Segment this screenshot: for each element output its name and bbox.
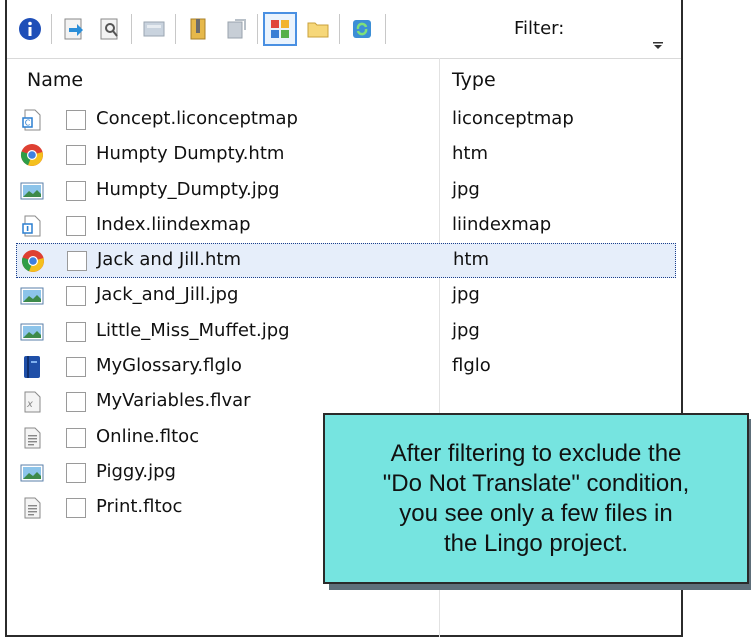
file-name: Humpty_Dumpty.jpg [96, 178, 280, 200]
file-row[interactable]: Jack_and_Jill.jpg jpg [7, 278, 681, 313]
filter-label: Filter: [514, 18, 565, 39]
file-type: jpg [452, 178, 480, 200]
file-checkbox[interactable] [67, 251, 87, 272]
column-headers: Name Type [7, 58, 681, 102]
file-name: Jack and Jill.htm [97, 249, 241, 271]
file-checkbox[interactable] [66, 180, 86, 201]
file-checkbox[interactable] [66, 321, 86, 342]
file-type: liconceptmap [452, 108, 574, 129]
image-icon [20, 179, 44, 203]
callout-text: After filtering to exclude the "Do Not T… [382, 439, 690, 557]
toolbar: Filter: [7, 0, 681, 59]
file-name: Online.fltoc [96, 425, 200, 447]
image-icon [20, 320, 44, 344]
toc-icon [20, 426, 44, 450]
file-name: Concept.liconceptmap [96, 108, 298, 129]
chrome-icon [21, 249, 45, 273]
file-row[interactable]: Little_Miss_Muffet.jpg jpg [7, 314, 681, 349]
file-type: liindexmap [452, 213, 552, 235]
glossary-icon [20, 355, 44, 379]
svg-text:C: C [25, 119, 31, 128]
file-row[interactable]: Index.liindexmap liindexmap [7, 208, 681, 243]
file-checkbox[interactable] [66, 462, 86, 483]
type-column-header[interactable]: Type [452, 69, 496, 91]
file-name: Little_Miss_Muffet.jpg [96, 319, 290, 341]
file-name: Humpty Dumpty.htm [96, 143, 285, 165]
concept-map-icon: C [20, 108, 44, 132]
svg-text:x: x [26, 399, 33, 410]
chrome-icon [20, 143, 44, 167]
file-row[interactable]: C Concept.liconceptmap liconceptmap [7, 102, 681, 137]
name-column-header[interactable]: Name [27, 69, 83, 91]
file-type: jpg [452, 319, 480, 341]
file-checkbox[interactable] [66, 110, 86, 130]
export-icon[interactable] [219, 12, 253, 46]
file-checkbox[interactable] [66, 215, 86, 236]
file-checkbox[interactable] [66, 357, 86, 378]
file-checkbox[interactable] [66, 286, 86, 307]
preview-icon[interactable] [93, 12, 127, 46]
file-checkbox[interactable] [66, 392, 86, 413]
image-icon [20, 284, 44, 308]
callout-box: After filtering to exclude the "Do Not T… [323, 413, 749, 584]
file-type: jpg [452, 284, 480, 306]
edit-icon[interactable] [137, 12, 171, 46]
refresh-icon[interactable] [345, 12, 379, 46]
file-checkbox[interactable] [66, 427, 86, 448]
file-type: flglo [452, 355, 491, 377]
file-row[interactable]: Jack and Jill.htm htm [16, 243, 676, 279]
file-row[interactable]: Humpty Dumpty.htm htm [7, 137, 681, 172]
file-checkbox[interactable] [66, 145, 86, 166]
view-icon[interactable] [263, 12, 297, 46]
image-icon [20, 461, 44, 485]
file-name: Piggy.jpg [96, 460, 176, 482]
file-name: MyVariables.flvar [96, 390, 251, 412]
file-checkbox[interactable] [66, 498, 86, 519]
info-icon[interactable] [13, 12, 47, 46]
variables-icon: x [20, 390, 44, 414]
file-name: Jack_and_Jill.jpg [96, 284, 239, 306]
file-row[interactable]: Humpty_Dumpty.jpg jpg [7, 173, 681, 208]
zip-icon[interactable] [181, 12, 215, 46]
file-name: Index.liindexmap [96, 213, 251, 235]
file-type: htm [452, 143, 488, 165]
folder-icon[interactable] [301, 12, 335, 46]
filter-dropdown-arrow-icon[interactable] [652, 36, 664, 49]
open-icon[interactable] [57, 12, 91, 46]
index-map-icon [20, 214, 44, 238]
file-type: htm [453, 249, 489, 271]
file-row[interactable]: MyGlossary.flglo flglo [7, 349, 681, 384]
file-name: MyGlossary.flglo [96, 355, 242, 377]
file-name: Print.fltoc [96, 496, 183, 518]
toc-icon [20, 496, 44, 520]
